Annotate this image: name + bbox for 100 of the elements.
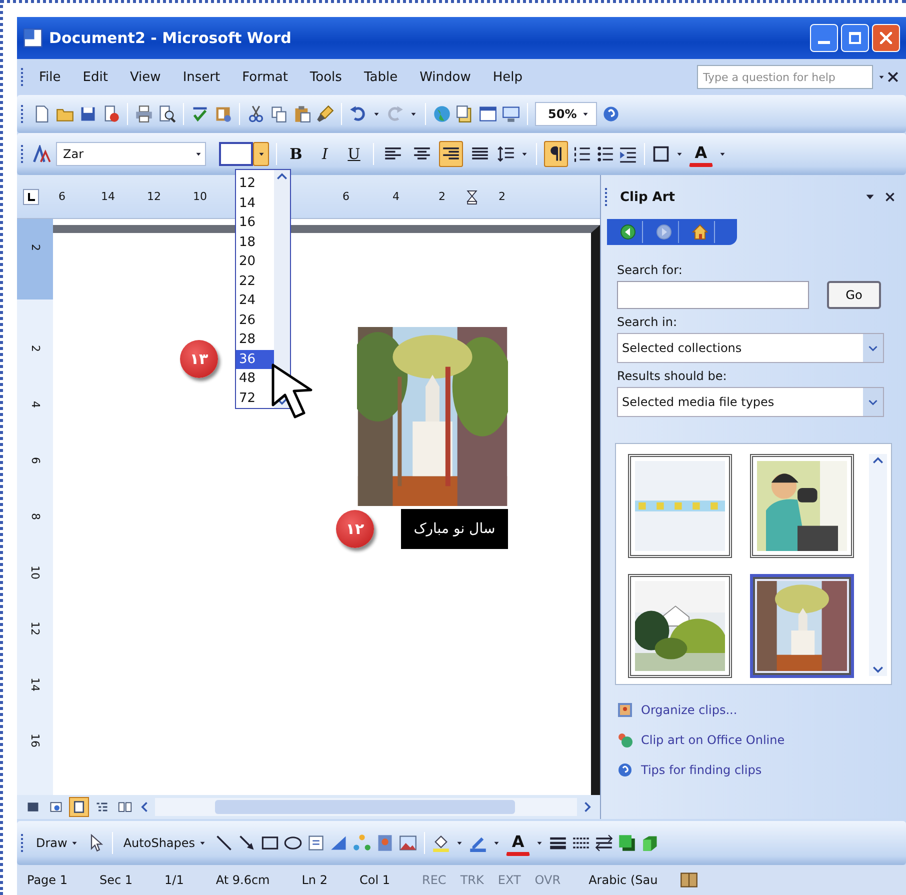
undo-icon[interactable] <box>349 105 367 123</box>
globe-icon[interactable] <box>433 105 451 123</box>
home-icon[interactable] <box>692 224 708 240</box>
window-title: Document2 - Microsoft Word <box>49 29 292 47</box>
list-option[interactable]: 28 <box>236 330 274 350</box>
list-option[interactable]: 36 <box>236 350 274 369</box>
menu-item[interactable]: Tools <box>298 66 353 88</box>
search-field[interactable] <box>617 281 809 309</box>
list-option[interactable]: 26 <box>236 310 274 330</box>
menu-item[interactable]: Table <box>352 66 409 88</box>
align-right-button[interactable] <box>439 141 463 167</box>
document-stack-icon[interactable] <box>456 105 474 123</box>
list-option[interactable]: 16 <box>236 213 274 232</box>
window-icon[interactable] <box>479 105 497 123</box>
ruler-number: 4 <box>392 190 400 203</box>
menu-item[interactable]: Window <box>408 66 482 88</box>
list-option[interactable]: 22 <box>236 272 274 291</box>
autoshapes-menu-button[interactable]: AutoShapes <box>120 830 210 856</box>
clip-thumbnail[interactable] <box>628 574 732 678</box>
numbering-icon[interactable] <box>573 145 591 163</box>
help-icon[interactable] <box>617 762 633 778</box>
clip-art-icon[interactable] <box>376 834 394 852</box>
dropdown[interactable]: Selected media file types <box>617 387 884 417</box>
close-icon[interactable] <box>884 191 896 203</box>
lock-page-icon[interactable] <box>102 105 120 123</box>
line-spacing-icon[interactable] <box>497 145 515 163</box>
right-to-left-button[interactable] <box>544 141 568 167</box>
check-mark-icon[interactable] <box>191 105 209 123</box>
clipboard-icon[interactable] <box>293 105 311 123</box>
arrow-style-icon[interactable] <box>595 834 614 852</box>
link[interactable]: Tips for finding clips <box>641 763 762 777</box>
link[interactable]: Organize clips... <box>641 703 738 717</box>
ruler-number: 12 <box>146 190 162 203</box>
status-item: Col 1 <box>360 873 390 887</box>
underline-button[interactable]: U <box>342 141 366 167</box>
help-search-field[interactable]: Type a question for help <box>697 65 873 89</box>
menu-item[interactable]: View <box>118 66 172 88</box>
new-document-icon[interactable] <box>33 105 51 123</box>
save-icon[interactable] <box>79 105 97 123</box>
clip-thumbnail[interactable] <box>628 454 732 558</box>
help-icon[interactable] <box>602 105 620 123</box>
status-book-icon[interactable] <box>680 871 698 889</box>
list-option[interactable]: 20 <box>236 252 274 272</box>
draw-menu-button[interactable]: Draw <box>33 830 82 856</box>
ruler-number: 12 <box>28 622 42 636</box>
line-icon[interactable] <box>215 834 234 852</box>
minimize-button[interactable] <box>810 24 838 52</box>
image-icon[interactable] <box>399 834 418 852</box>
font-field[interactable]: Zar <box>56 142 206 166</box>
print-preview-icon[interactable] <box>158 105 176 123</box>
text-box-icon[interactable] <box>307 834 326 852</box>
font-color-button[interactable]: A <box>506 830 530 856</box>
menu-item[interactable]: File <box>28 66 72 88</box>
font-size-field[interactable] <box>219 142 253 166</box>
paint-bucket-icon[interactable] <box>432 834 450 852</box>
list-option[interactable]: 24 <box>236 291 274 310</box>
font-color-button[interactable]: A <box>689 141 713 167</box>
clip-thumbnail[interactable] <box>750 574 854 678</box>
photo-album-icon[interactable] <box>617 702 633 718</box>
ruler-number: 6 <box>342 190 350 203</box>
ruler-number: 2 <box>28 345 42 352</box>
link[interactable]: Clip art on Office Online <box>641 733 785 747</box>
maximize-button[interactable] <box>841 24 869 52</box>
list-option[interactable]: 48 <box>236 369 274 388</box>
rectangle-icon[interactable] <box>261 834 280 852</box>
tab-stop-icon[interactable] <box>23 188 39 204</box>
bold-button[interactable]: B <box>284 141 308 167</box>
list-option[interactable]: 72 <box>236 388 274 408</box>
printer-icon[interactable] <box>135 105 153 123</box>
copy-icon[interactable] <box>270 105 288 123</box>
list-option[interactable]: 12 <box>236 174 274 194</box>
bullets-icon[interactable] <box>596 145 614 163</box>
menu-item[interactable]: Edit <box>72 66 119 88</box>
go-button[interactable]: Go <box>827 281 881 309</box>
oval-icon[interactable] <box>284 834 302 852</box>
horizontal-scrollbar[interactable] <box>155 798 577 816</box>
border-icon[interactable] <box>652 145 670 163</box>
indent-icon[interactable] <box>619 145 637 163</box>
wordart-icon[interactable] <box>330 834 348 852</box>
close-button[interactable] <box>872 24 900 52</box>
brush-icon[interactable] <box>316 105 334 123</box>
arrow-icon[interactable] <box>238 834 256 852</box>
shadow-icon[interactable] <box>618 834 636 852</box>
clip-thumbnail[interactable] <box>750 454 854 558</box>
close-icon[interactable] <box>886 70 900 84</box>
styles-icon[interactable] <box>33 145 51 163</box>
cube-icon[interactable] <box>641 834 660 852</box>
monitor-icon[interactable] <box>502 105 520 123</box>
people-globe-icon[interactable] <box>617 732 633 748</box>
book-icon[interactable] <box>214 105 232 123</box>
menu-item[interactable]: Help <box>482 66 534 88</box>
zoom-field[interactable]: 50% <box>535 102 597 126</box>
list-option[interactable]: 18 <box>236 232 274 252</box>
italic-button[interactable]: I <box>313 141 337 167</box>
list-option[interactable]: 14 <box>236 194 274 213</box>
menu-item[interactable]: Format <box>231 66 299 88</box>
scissors-icon[interactable] <box>247 105 265 123</box>
menu-item[interactable]: Insert <box>172 66 232 88</box>
dropdown[interactable]: Selected collections <box>617 333 884 363</box>
field-label: Results should be: <box>617 369 728 383</box>
